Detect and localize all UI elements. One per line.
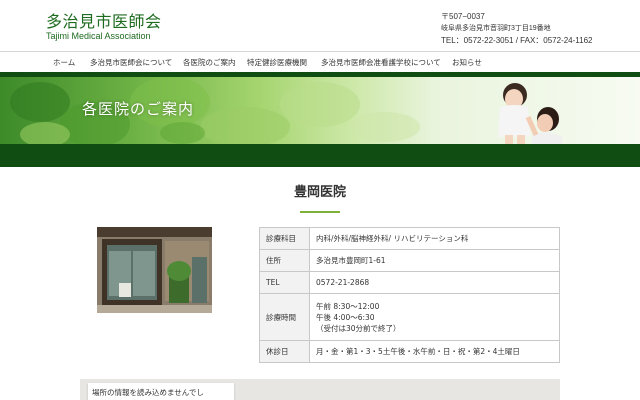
row-key: 住所 <box>259 249 310 272</box>
row-key: 休診日 <box>259 340 310 363</box>
clinic-photo <box>97 227 212 313</box>
hero-dark-band <box>0 144 640 167</box>
address-text: 岐阜県多治見市音羽町3丁目19番地 <box>441 25 551 32</box>
clinic-info-table: 診療科目 内科/外科/脳神経外科/ リハビリテーション科 住所 多治見市豊岡町1… <box>259 227 560 363</box>
hours-note: （受付は30分前で終了） <box>316 323 401 333</box>
hours-afternoon: 午後 4:00〜6:30 <box>316 312 375 322</box>
nav-item-nursing-school[interactable]: 多治見市医師会准看護学校について <box>321 57 441 68</box>
table-row: 診療科目 内科/外科/脳神経外科/ リハビリテーション科 <box>259 227 560 250</box>
postal-code: 〒507−0037 <box>441 12 485 21</box>
contact-text: TEL：0572-22-3051 / FAX：0572-24-1162 <box>441 36 593 45</box>
row-key: TEL <box>259 271 310 294</box>
row-value: 0572-21-2868 <box>309 271 560 294</box>
main-nav: ホーム 多治見市医師会について 各医院のご案内 特定健診医療機関 多治見市医師会… <box>0 51 640 72</box>
row-value-hours: 午前 8:30〜12:00 午後 4:00〜6:30 （受付は30分前で終了） <box>309 293 560 341</box>
site-subtitle: Tajimi Medical Association <box>46 31 151 41</box>
nav-item-news[interactable]: お知らせ <box>452 57 482 68</box>
row-value: 多治見市豊岡町1-61 <box>309 249 560 272</box>
table-row: TEL 0572-21-2868 <box>259 271 560 294</box>
map-error-message: 場所の情報を読み込めませんでし <box>88 383 234 400</box>
nav-item-clinics[interactable]: 各医院のご案内 <box>183 57 236 68</box>
clinic-name: 豊岡医院 <box>293 185 346 200</box>
table-row: 休診日 月・金・第1・3・5土午後・水午前・日・祝・第2・4土曜日 <box>259 340 560 363</box>
nav-item-about[interactable]: 多治見市医師会について <box>90 57 172 68</box>
table-row: 住所 多治見市豊岡町1-61 <box>259 249 560 272</box>
row-value: 月・金・第1・3・5土午後・水午前・日・祝・第2・4土曜日 <box>309 340 560 363</box>
nav-item-home[interactable]: ホーム <box>53 57 75 68</box>
heading-underline <box>300 211 340 213</box>
hero-title: 各医院のご案内 <box>82 100 195 118</box>
hours-morning: 午前 8:30〜12:00 <box>316 301 380 311</box>
table-row: 診療時間 午前 8:30〜12:00 午後 4:00〜6:30 （受付は30分前… <box>259 293 560 341</box>
row-key: 診療時間 <box>259 293 310 341</box>
nav-item-checkup[interactable]: 特定健診医療機関 <box>247 57 307 68</box>
row-value: 内科/外科/脳神経外科/ リハビリテーション科 <box>309 227 560 250</box>
site-title[interactable]: 多治見市医師会 <box>46 8 162 32</box>
row-key: 診療科目 <box>259 227 310 250</box>
site-header: 多治見市医師会 Tajimi Medical Association 〒507−… <box>0 0 640 50</box>
